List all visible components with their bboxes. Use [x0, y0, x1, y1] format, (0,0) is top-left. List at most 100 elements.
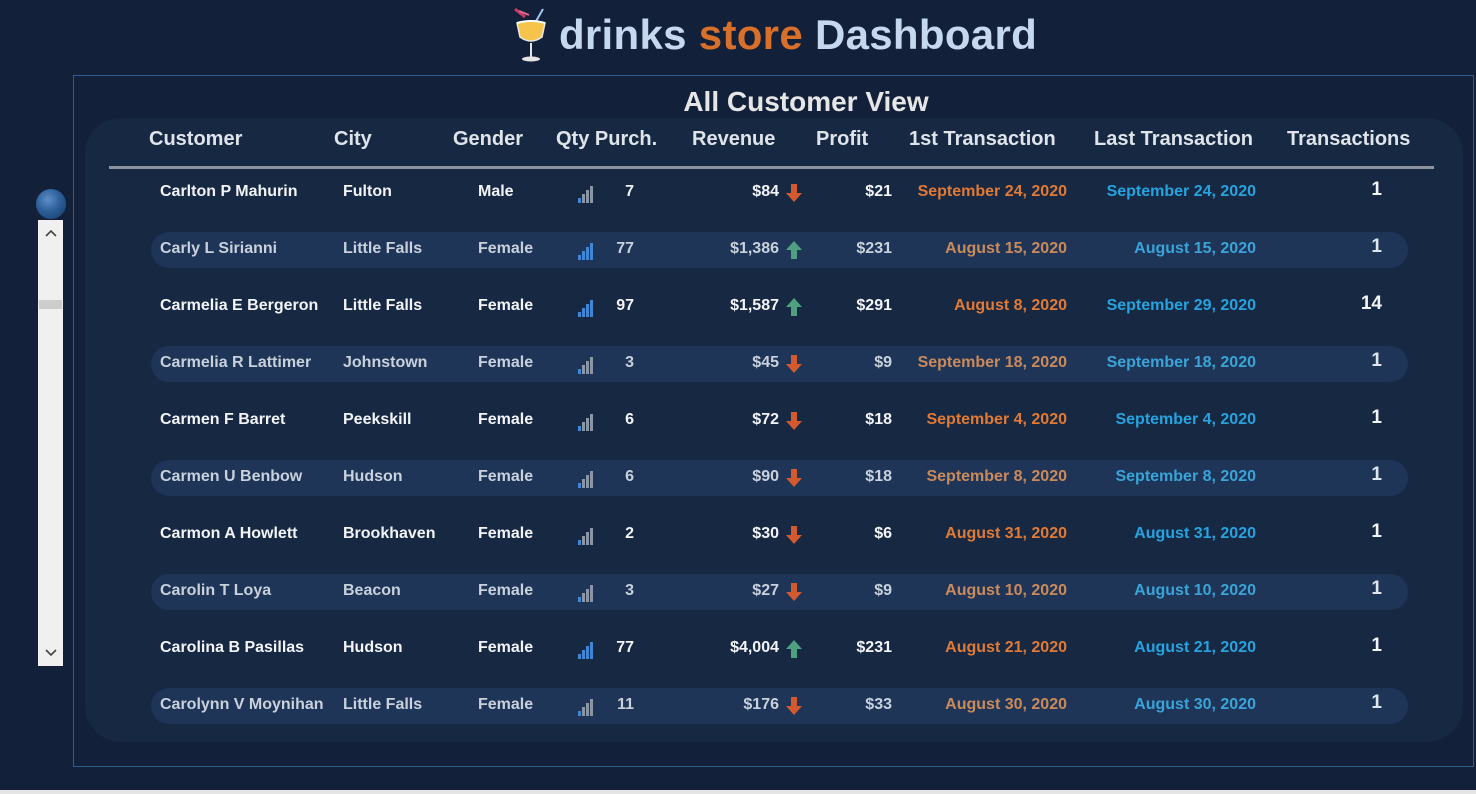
- header-first-transaction[interactable]: 1st Transaction: [909, 128, 1056, 151]
- cell-customer: Carolina B Pasillas: [160, 639, 305, 656]
- scroll-knob-icon[interactable]: [36, 189, 66, 219]
- header-gender[interactable]: Gender: [453, 128, 523, 151]
- header-profit[interactable]: Profit: [816, 128, 868, 151]
- cell-first-transaction: September 18, 2020: [917, 354, 1067, 371]
- cell-last-transaction: August 21, 2020: [1134, 639, 1256, 656]
- cell-city: Little Falls: [343, 297, 423, 314]
- cell-revenue: $72: [752, 411, 779, 428]
- view-title: All Customer View: [683, 86, 929, 117]
- dashboard-header: drinks store Dashboard: [0, 0, 1476, 70]
- cell-qty: 97: [616, 297, 634, 314]
- cell-gender: Female: [478, 582, 534, 599]
- cell-gender: Male: [478, 183, 514, 200]
- cell-city: Peekskill: [343, 411, 412, 428]
- cell-last-transaction: August 15, 2020: [1134, 240, 1256, 257]
- cell-revenue: $27: [752, 582, 779, 599]
- header-revenue[interactable]: Revenue: [692, 128, 775, 151]
- cell-city: Johnstown: [343, 354, 428, 371]
- cell-qty: 77: [616, 639, 634, 656]
- cell-gender: Female: [478, 240, 534, 257]
- cell-transactions: 1: [1371, 464, 1382, 485]
- header-city[interactable]: City: [334, 128, 372, 151]
- cell-customer: Carolin T Loya: [160, 582, 272, 599]
- cell-first-transaction: August 31, 2020: [945, 525, 1067, 542]
- table-row[interactable]: Carmon A Howlett Brookhaven Female 2 $30 $6 Au…: [0, 517, 1476, 553]
- scrollbar-thumb[interactable]: [39, 300, 62, 309]
- cell-gender: Female: [478, 468, 534, 485]
- table-row[interactable]: Carlton P Mahurin Fulton Male 7 $84 $21 Septem…: [0, 175, 1476, 211]
- chevron-up-icon: [44, 229, 57, 237]
- cell-first-transaction: August 10, 2020: [945, 582, 1067, 599]
- cell-customer: Carmelia R Lattimer: [160, 354, 312, 371]
- header-qty[interactable]: Qty Purch.: [556, 128, 657, 151]
- arrow-down-icon: [785, 411, 803, 436]
- table-row[interactable]: Carolin T Loya Beacon Female 3 $27 $9 August 1…: [0, 574, 1476, 610]
- chevron-down-icon: [44, 649, 57, 657]
- bottom-edge: [0, 790, 1476, 794]
- table-row[interactable]: Carly L Sirianni Little Falls Female 77 $1,3…: [0, 232, 1476, 268]
- cell-transactions: 1: [1371, 407, 1382, 428]
- title-part-drinks: drinks: [558, 11, 687, 58]
- scroll-down-button[interactable]: [38, 642, 63, 664]
- cell-gender: Female: [478, 639, 534, 656]
- cell-transactions: 1: [1371, 635, 1382, 656]
- cell-first-transaction: August 8, 2020: [954, 297, 1067, 314]
- cell-revenue: $90: [752, 468, 779, 485]
- table-row[interactable]: Carmelia E Bergeron Little Falls Female 97 $…: [0, 289, 1476, 325]
- cell-first-transaction: September 24, 2020: [917, 183, 1067, 200]
- arrow-down-icon: [785, 582, 803, 607]
- cell-first-transaction: September 8, 2020: [926, 468, 1067, 485]
- cell-city: Brookhaven: [343, 525, 436, 542]
- arrow-up-icon: [785, 297, 803, 322]
- arrow-down-icon: [785, 354, 803, 379]
- cell-first-transaction: August 30, 2020: [945, 696, 1067, 713]
- cell-last-transaction: September 18, 2020: [1106, 354, 1256, 371]
- header-transactions[interactable]: Transactions: [1287, 128, 1410, 151]
- arrow-up-icon: [785, 240, 803, 265]
- cell-customer: Carlton P Mahurin: [160, 183, 298, 200]
- cell-revenue: $30: [752, 525, 779, 542]
- cell-transactions: 1: [1371, 578, 1382, 599]
- cell-revenue: $176: [743, 696, 779, 713]
- dashboard-title: drinks store Dashboard: [559, 11, 1037, 59]
- cell-customer: Carmelia E Bergeron: [160, 297, 319, 314]
- cell-qty: 6: [625, 411, 634, 428]
- header-last-transaction[interactable]: Last Transaction: [1094, 128, 1253, 151]
- cell-revenue: $45: [752, 354, 779, 371]
- cell-customer: Carmen F Barret: [160, 411, 286, 428]
- cell-transactions: 1: [1371, 179, 1382, 200]
- table-row[interactable]: Carolina B Pasillas Hudson Female 77 $4,004 $…: [0, 631, 1476, 667]
- cell-city: Hudson: [343, 639, 403, 656]
- cell-qty: 3: [625, 354, 634, 371]
- table-row[interactable]: Carmen U Benbow Hudson Female 6 $90 $18 Septem…: [0, 460, 1476, 496]
- cell-customer: Carly L Sirianni: [160, 240, 278, 257]
- cell-gender: Female: [478, 297, 534, 314]
- cell-city: Hudson: [343, 468, 403, 485]
- vertical-scrollbar[interactable]: [38, 220, 63, 666]
- cell-qty: 7: [625, 183, 634, 200]
- cell-last-transaction: September 4, 2020: [1115, 411, 1256, 428]
- cell-transactions: 1: [1371, 236, 1382, 257]
- table-row[interactable]: Carmelia R Lattimer Johnstown Female 3 $45 $9…: [0, 346, 1476, 382]
- cell-customer: Carmon A Howlett: [160, 525, 298, 542]
- cell-customer: Carmen U Benbow: [160, 468, 303, 485]
- table-row[interactable]: Carmen F Barret Peekskill Female 6 $72 $18 Sep…: [0, 403, 1476, 439]
- cell-gender: Female: [478, 696, 534, 713]
- cell-first-transaction: August 15, 2020: [945, 240, 1067, 257]
- dashboard-title-group: drinks store Dashboard: [509, 5, 1037, 65]
- cell-transactions: 14: [1360, 293, 1382, 314]
- cell-city: Fulton: [343, 183, 392, 200]
- arrow-down-icon: [785, 183, 803, 208]
- cell-revenue: $84: [752, 183, 779, 200]
- header-divider: [109, 166, 1434, 169]
- table-row[interactable]: Carolynn V Moynihan Little Falls Female 11 $…: [0, 688, 1476, 724]
- cell-qty: 11: [617, 696, 634, 713]
- table-header: Customer City Gender Qty Purch. Revenue …: [0, 128, 1476, 158]
- cell-revenue: $1,587: [730, 297, 779, 314]
- cell-first-transaction: September 4, 2020: [926, 411, 1067, 428]
- header-customer[interactable]: Customer: [149, 128, 242, 151]
- cell-customer: Carolynn V Moynihan: [160, 696, 324, 713]
- cell-qty: 3: [625, 582, 634, 599]
- scroll-up-button[interactable]: [38, 222, 63, 244]
- cell-qty: 2: [625, 525, 634, 542]
